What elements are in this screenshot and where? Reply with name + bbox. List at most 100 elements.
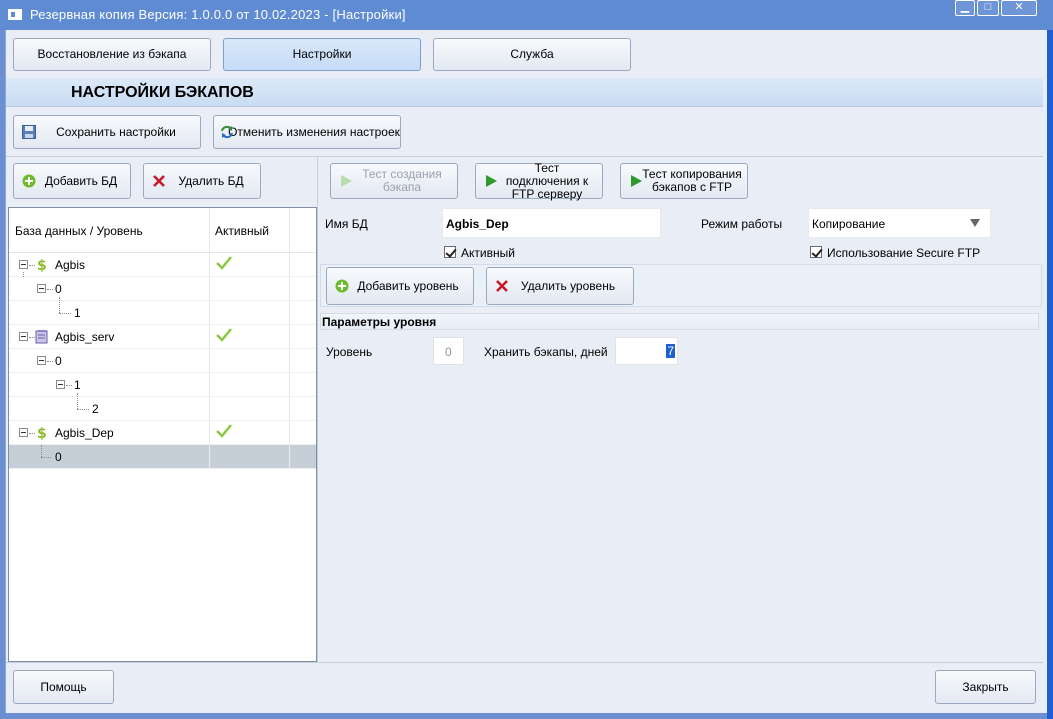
collapse-toggle-icon[interactable] (37, 356, 46, 365)
mode-value: Копирование (812, 217, 886, 231)
tree-row-level-selected[interactable]: 0 (9, 445, 316, 469)
checkmark-icon (216, 424, 232, 438)
collapse-toggle-icon[interactable] (19, 332, 28, 341)
tree-item-label: 1 (74, 306, 81, 320)
tree-item-label: 0 (55, 354, 62, 368)
active-checkbox[interactable] (444, 246, 456, 258)
delete-level-label: Удалить уровень (520, 278, 616, 293)
tree-row-level[interactable]: 1 (9, 373, 316, 397)
dollar-db-icon: $ (37, 426, 47, 441)
level-params-header: Параметры уровня (320, 313, 1039, 330)
save-settings-label: Сохранить настройки (56, 124, 176, 139)
tree-row-db[interactable]: Agbis_serv (9, 325, 316, 349)
dropdown-arrow-icon[interactable] (970, 219, 980, 227)
delete-level-button[interactable]: Удалить уровень (486, 267, 634, 305)
window-border (1047, 30, 1053, 719)
plus-circle-icon (22, 174, 36, 188)
tree-header: База данных / Уровень Активный (9, 208, 316, 253)
tree-row-level[interactable]: 0 (9, 272, 316, 301)
active-checkbox-label: Активный (461, 246, 515, 260)
tab-settings[interactable]: Настройки (223, 38, 421, 71)
column-separator (209, 445, 210, 469)
level-params-title: Параметры уровня (322, 315, 437, 329)
level-value: 0 (445, 345, 452, 359)
add-db-button[interactable]: Добавить БД (13, 163, 131, 199)
tab-service[interactable]: Служба (433, 38, 631, 71)
tree-item-label: Agbis_Dep (55, 426, 114, 440)
mode-label: Режим работы (701, 217, 783, 231)
tree-row-level[interactable]: 0 (9, 349, 316, 373)
column-header-active[interactable]: Активный (215, 224, 269, 238)
db-name-input[interactable]: Agbis_Dep (442, 208, 661, 238)
page-title: НАСТРОЙКИ БЭКАПОВ (71, 84, 254, 101)
secure-ftp-label: Использование Secure FTP (827, 246, 981, 260)
tree-item-label: 2 (92, 402, 99, 416)
keep-days-input[interactable]: 7 (615, 337, 678, 365)
tree-row-level[interactable]: 2 (9, 393, 316, 421)
tree-connector (47, 289, 53, 290)
tree-connector (59, 297, 60, 313)
db-name-label: Имя БД (325, 217, 368, 231)
window-title: Резервная копия Версия: 1.0.0.0 от 10.02… (30, 7, 406, 22)
secure-ftp-checkbox[interactable] (810, 246, 822, 258)
maximize-button[interactable]: □ (977, 0, 999, 16)
tree-connector (41, 445, 42, 457)
test-create-backup-button[interactable]: Тест создания бэкапа (330, 163, 458, 199)
keep-days-value: 7 (666, 344, 675, 358)
plus-circle-icon (335, 279, 349, 293)
title-bar: Резервная копия Версия: 1.0.0.0 от 10.02… (0, 0, 1053, 30)
mode-select[interactable]: Копирование (808, 208, 991, 238)
test-ftp-connect-button[interactable]: Тест подключения к FTP серверу (475, 161, 603, 200)
collapse-toggle-icon[interactable] (56, 380, 65, 389)
delete-x-icon (153, 175, 165, 187)
tree-item-label: 0 (55, 450, 62, 464)
help-button[interactable]: Помощь (13, 670, 114, 704)
panel-splitter[interactable] (317, 157, 318, 662)
checkmark-icon (216, 256, 232, 270)
play-icon (341, 175, 352, 187)
tree-connector (29, 265, 35, 266)
level-input: 0 (433, 337, 464, 365)
tree-connector (59, 313, 71, 314)
tree-row-db[interactable]: $ Agbis_Dep (9, 421, 316, 445)
footer-divider (6, 662, 1043, 663)
revert-settings-button[interactable]: Отменить изменения настроек (213, 115, 401, 149)
tree-connector (77, 409, 89, 410)
delete-db-button[interactable]: Удалить БД (143, 163, 261, 199)
minimize-button[interactable]: ▁ (955, 0, 975, 16)
test-ftp-copy-label: Тест копирования бэкапов с FTP (642, 167, 742, 194)
tab-restore[interactable]: Восстановление из бэкапа (13, 38, 211, 71)
test-create-backup-label: Тест создания бэкапа (362, 167, 442, 194)
add-level-button[interactable]: Добавить уровень (326, 267, 474, 305)
app-icon (8, 9, 22, 20)
level-label: Уровень (326, 345, 373, 359)
tree-row-level[interactable]: 1 (9, 297, 316, 325)
keep-days-label: Хранить бэкапы, дней (484, 345, 608, 359)
refresh-icon (221, 125, 233, 139)
save-settings-button[interactable]: Сохранить настройки (13, 115, 201, 149)
delete-db-label: Удалить БД (178, 173, 244, 188)
column-header-db[interactable]: База данных / Уровень (15, 224, 143, 238)
close-button[interactable]: Закрыть (935, 670, 1036, 704)
close-window-button[interactable]: ✕ (1001, 0, 1037, 16)
svg-text:$: $ (37, 258, 47, 273)
section-header: НАСТРОЙКИ БЭКАПОВ (6, 78, 1043, 107)
server-db-icon (35, 330, 48, 344)
panel-divider (6, 156, 1043, 157)
floppy-disk-icon (22, 125, 36, 139)
dollar-db-icon: $ (37, 258, 47, 273)
checkmark-icon (216, 328, 232, 342)
tree-row-db[interactable]: $ Agbis (9, 253, 316, 277)
tree-connector (23, 272, 24, 277)
play-icon (486, 175, 497, 187)
tree-connector (47, 361, 53, 362)
tree-connector (41, 457, 51, 458)
database-tree[interactable]: База данных / Уровень Активный $ Agbis 0… (8, 207, 317, 662)
collapse-toggle-icon[interactable] (19, 428, 28, 437)
column-separator (289, 445, 290, 469)
tree-item-label: Agbis_serv (55, 330, 115, 344)
collapse-toggle-icon[interactable] (19, 260, 28, 269)
collapse-toggle-icon[interactable] (37, 284, 46, 293)
svg-text:$: $ (37, 426, 47, 441)
test-ftp-copy-button[interactable]: Тест копирования бэкапов с FTP (620, 163, 748, 199)
